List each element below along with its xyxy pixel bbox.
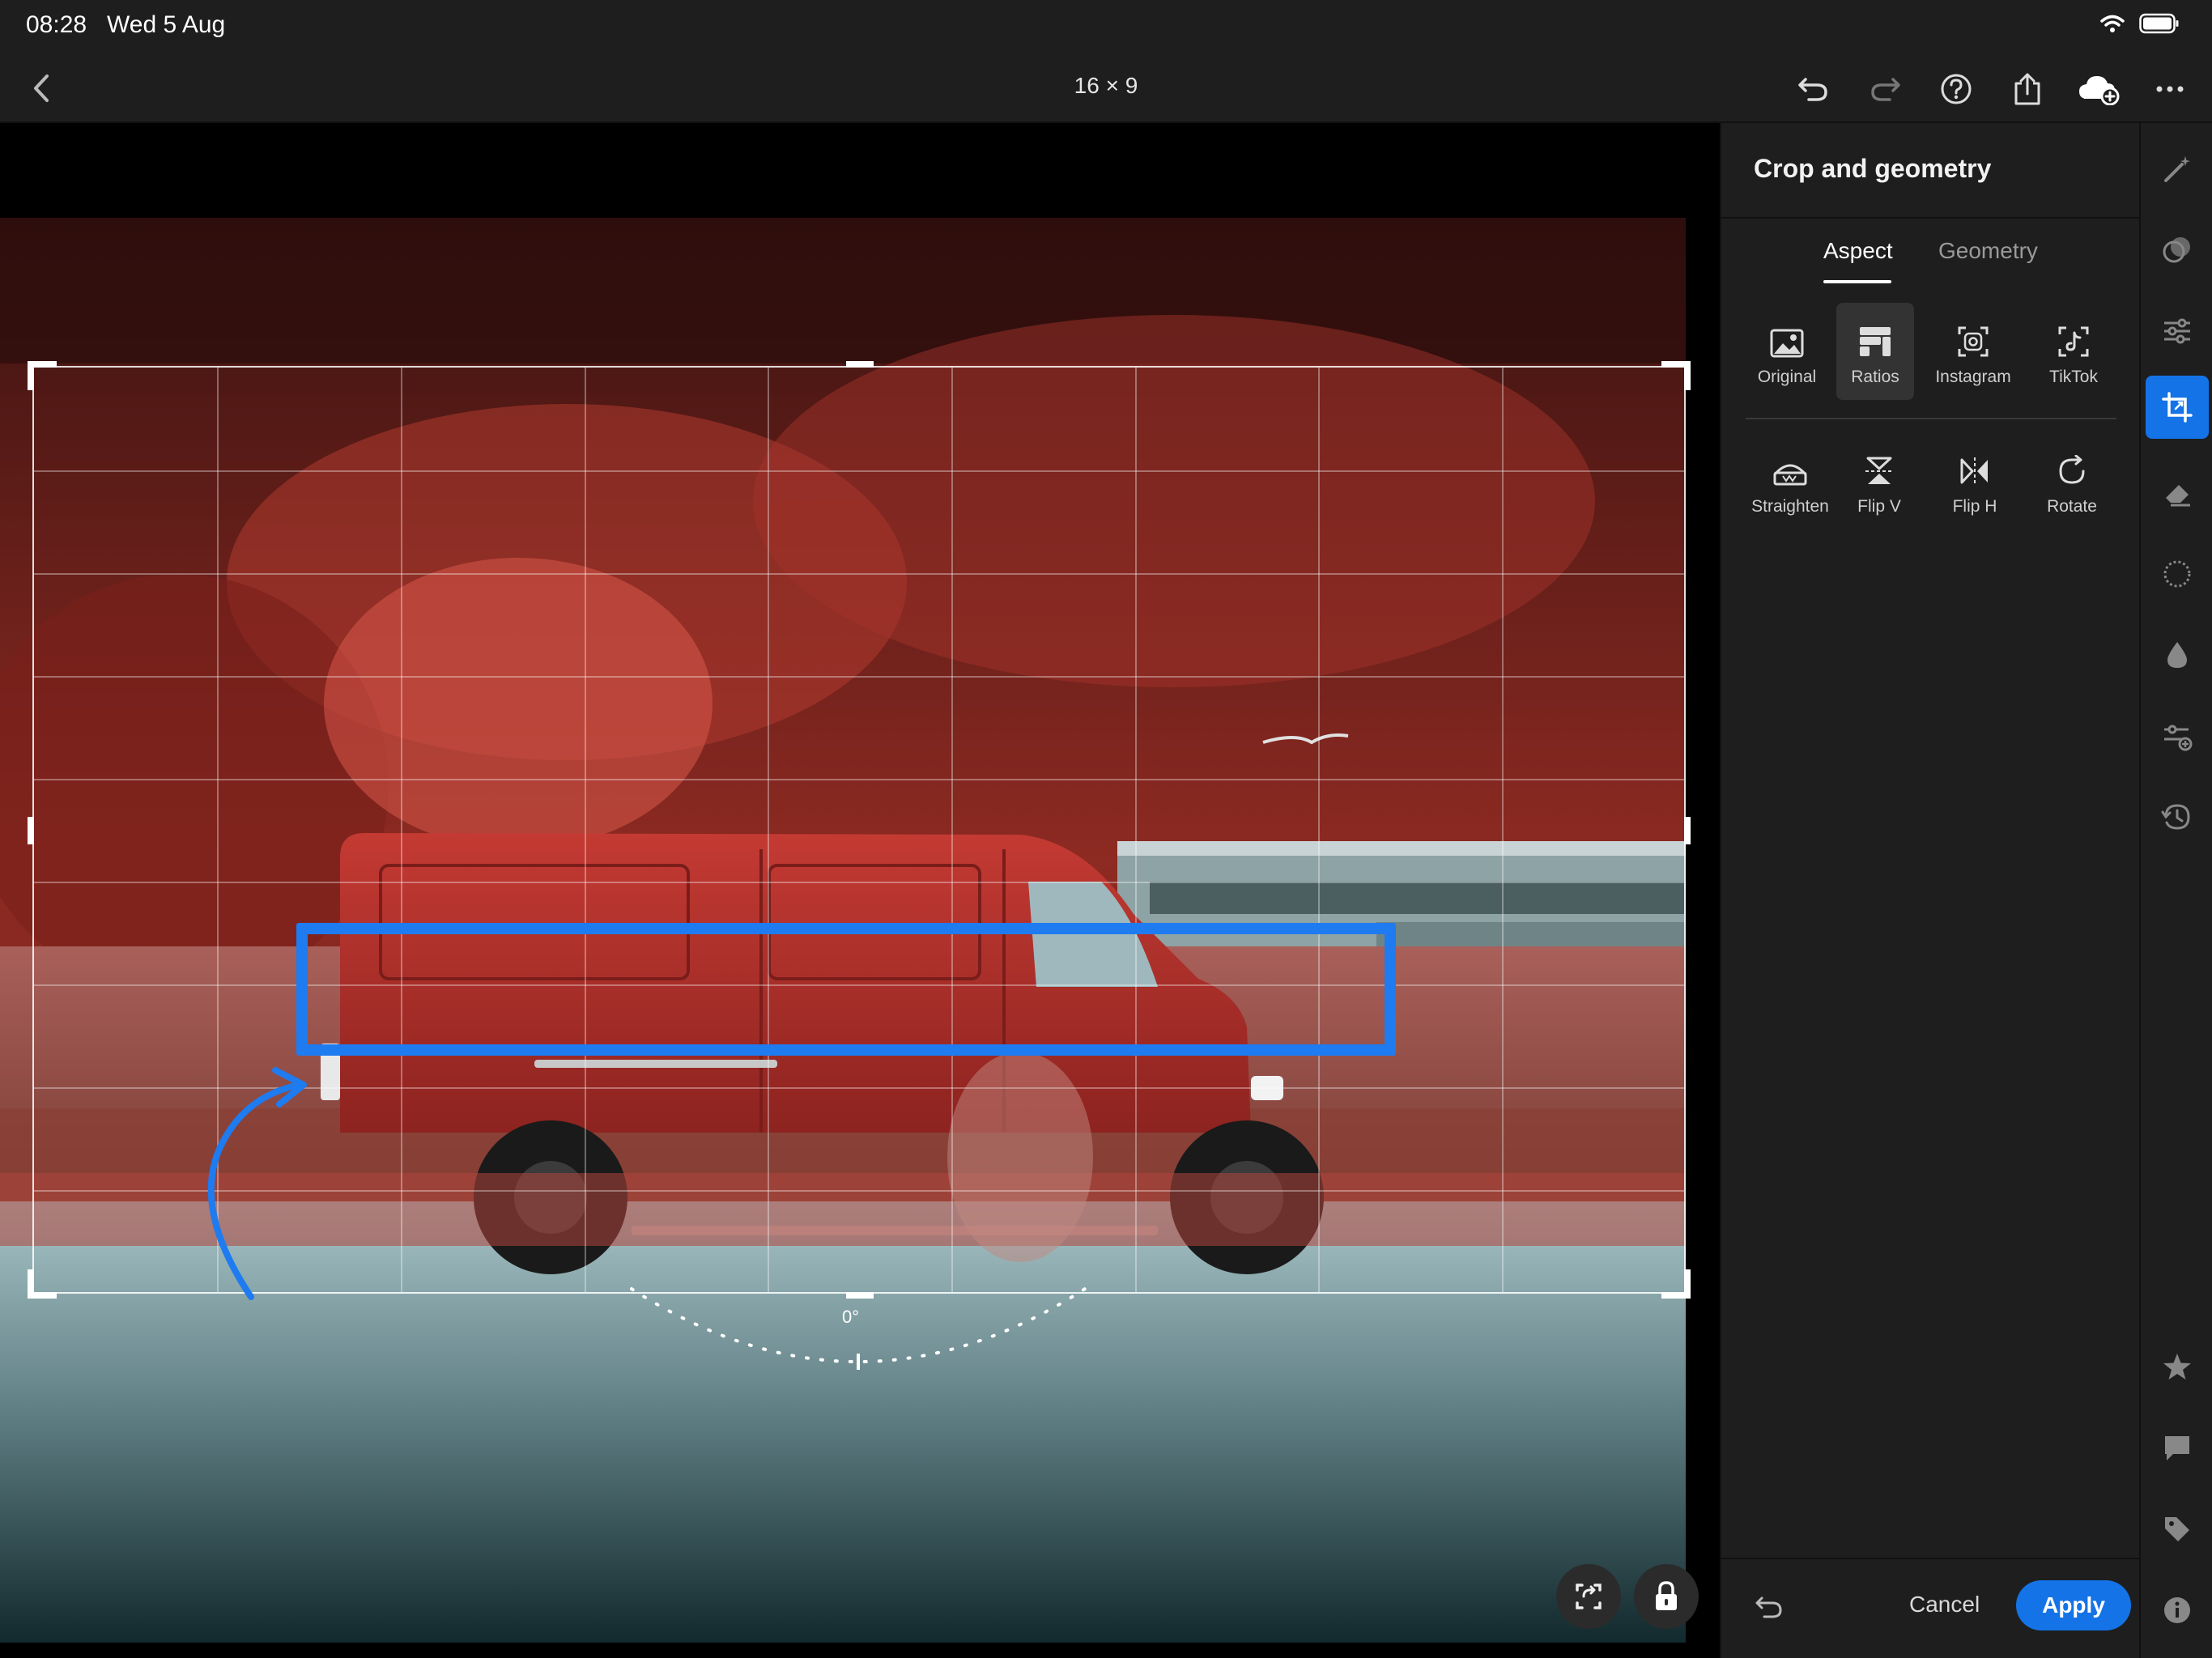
presets-icon — [2163, 237, 2190, 263]
cancel-button[interactable]: Cancel — [1909, 1592, 1980, 1618]
redo-icon — [1871, 78, 1900, 101]
aspect-ratios-label: Ratios — [1851, 368, 1899, 386]
undo-button[interactable] — [1789, 65, 1838, 113]
aspect-title[interactable]: 16 × 9 — [1074, 73, 1138, 98]
rail-comments-button[interactable] — [2146, 1417, 2209, 1480]
crop-handle-top[interactable] — [846, 361, 874, 368]
versions-icon — [2164, 725, 2193, 751]
flip-horizontal-icon — [1960, 457, 1988, 485]
crop-panel: Crop and geometry Aspect Geometry Origin… — [1720, 123, 2141, 1658]
flip-horizontal-label: Flip H — [1952, 497, 1997, 516]
help-button[interactable] — [1932, 65, 1980, 113]
straighten-label: Straighten — [1751, 497, 1829, 516]
rail-adjust-button[interactable] — [2146, 300, 2209, 363]
reset-icon — [1755, 1596, 1782, 1618]
crop-handle-bottom-left[interactable] — [28, 1269, 57, 1299]
status-icons — [2100, 13, 2180, 34]
tab-aspect[interactable]: Aspect — [1823, 238, 1893, 264]
auto-wand-icon — [2164, 156, 2190, 182]
crop-handle-top-right[interactable] — [1661, 361, 1691, 390]
aspect-ratios-button[interactable]: Ratios — [1836, 303, 1914, 400]
rail-crop-button[interactable] — [2146, 376, 2209, 439]
straighten-button[interactable]: Straighten — [1746, 439, 1835, 528]
straighten-dial[interactable] — [615, 1281, 1101, 1386]
apply-button[interactable]: Apply — [2016, 1580, 2131, 1630]
rotate-button[interactable]: Rotate — [2035, 439, 2108, 528]
rail-info-button[interactable] — [2146, 1579, 2209, 1642]
crop-handle-right[interactable] — [1684, 817, 1691, 844]
flip-horizontal-button[interactable]: Flip H — [1938, 439, 2011, 528]
flip-vertical-icon — [1865, 457, 1893, 484]
rotate-label: Rotate — [2047, 497, 2097, 516]
straighten-icon — [1773, 464, 1807, 486]
wifi-icon — [2100, 15, 2125, 32]
aspect-original-label: Original — [1757, 368, 1817, 386]
tab-geometry[interactable]: Geometry — [1938, 238, 2038, 264]
more-icon — [2156, 86, 2184, 92]
crop-handle-bottom-right[interactable] — [1661, 1269, 1691, 1299]
crop-handle-top-left[interactable] — [28, 361, 57, 390]
annotation-highlight-box — [296, 923, 1396, 1056]
crop-icon — [2162, 392, 2193, 423]
rotate-crop-button[interactable] — [1556, 1564, 1621, 1629]
angle-readout: 0° — [842, 1307, 860, 1327]
blur-icon — [2167, 642, 2187, 668]
status-bar: 08:28 Wed 5 Aug — [0, 0, 2212, 53]
comment-icon — [2165, 1436, 2189, 1460]
share-button[interactable] — [2003, 65, 2052, 113]
aspect-original-button[interactable]: Original — [1742, 303, 1831, 400]
top-toolbar: 16 × 9 — [0, 53, 2212, 123]
selective-icon — [2163, 560, 2191, 588]
tool-rail — [2139, 123, 2212, 1658]
eraser-icon — [2166, 485, 2190, 507]
back-button[interactable] — [23, 70, 60, 107]
rail-masking-button[interactable] — [2146, 542, 2209, 606]
info-icon — [2164, 1597, 2190, 1623]
more-button[interactable] — [2146, 65, 2194, 113]
battery-icon — [2139, 13, 2179, 34]
redo-button[interactable] — [1861, 65, 1909, 113]
star-icon — [2163, 1354, 2191, 1380]
reset-button[interactable] — [1750, 1588, 1788, 1626]
lock-icon — [1656, 1581, 1677, 1610]
adjust-sliders-icon — [2164, 318, 2190, 344]
history-icon — [2161, 804, 2190, 830]
status-time: 08:28 — [26, 11, 87, 38]
image-icon — [1770, 329, 1804, 358]
status-date: Wed 5 Aug — [107, 11, 226, 38]
rail-blur-button[interactable] — [2146, 623, 2209, 687]
help-icon — [1941, 74, 1972, 104]
lock-aspect-button[interactable] — [1634, 1564, 1699, 1629]
rotate-icon — [2059, 455, 2085, 484]
rail-versions-button[interactable] — [2146, 704, 2209, 767]
rail-rating-button[interactable] — [2146, 1336, 2209, 1399]
photo-canvas[interactable]: 0° — [0, 123, 1720, 1658]
tiktok-icon — [2058, 326, 2089, 357]
rail-keywords-button[interactable] — [2146, 1498, 2209, 1561]
annotation-arrow-icon — [207, 1067, 307, 1300]
ratios-icon — [1860, 327, 1891, 356]
crop-handle-left[interactable] — [28, 817, 34, 844]
panel-title: Crop and geometry — [1754, 154, 1992, 183]
rotate-crop-icon — [1576, 1584, 1602, 1609]
flip-vertical-label: Flip V — [1857, 497, 1901, 516]
rail-auto-button[interactable] — [2146, 138, 2209, 201]
rail-presets-button[interactable] — [2146, 219, 2209, 282]
tag-icon — [2165, 1517, 2189, 1541]
rail-healing-button[interactable] — [2146, 461, 2209, 525]
tab-active-indicator — [1823, 280, 1891, 283]
back-chevron-icon — [34, 74, 49, 102]
aspect-instagram-button[interactable]: Instagram — [1929, 303, 2018, 400]
share-icon — [2014, 73, 2040, 105]
panel-footer: Cancel Apply — [1721, 1558, 2141, 1658]
aspect-tiktok-label: TikTok — [2049, 368, 2098, 386]
undo-icon — [1798, 78, 1827, 101]
aspect-instagram-label: Instagram — [1935, 368, 2011, 386]
cloud-add-icon — [2079, 76, 2120, 105]
cloud-sync-button[interactable] — [2074, 65, 2123, 113]
flip-vertical-button[interactable]: Flip V — [1843, 439, 1916, 528]
instagram-icon — [1958, 326, 1989, 357]
rail-history-button[interactable] — [2146, 785, 2209, 848]
aspect-tiktok-button[interactable]: TikTok — [2029, 303, 2118, 400]
